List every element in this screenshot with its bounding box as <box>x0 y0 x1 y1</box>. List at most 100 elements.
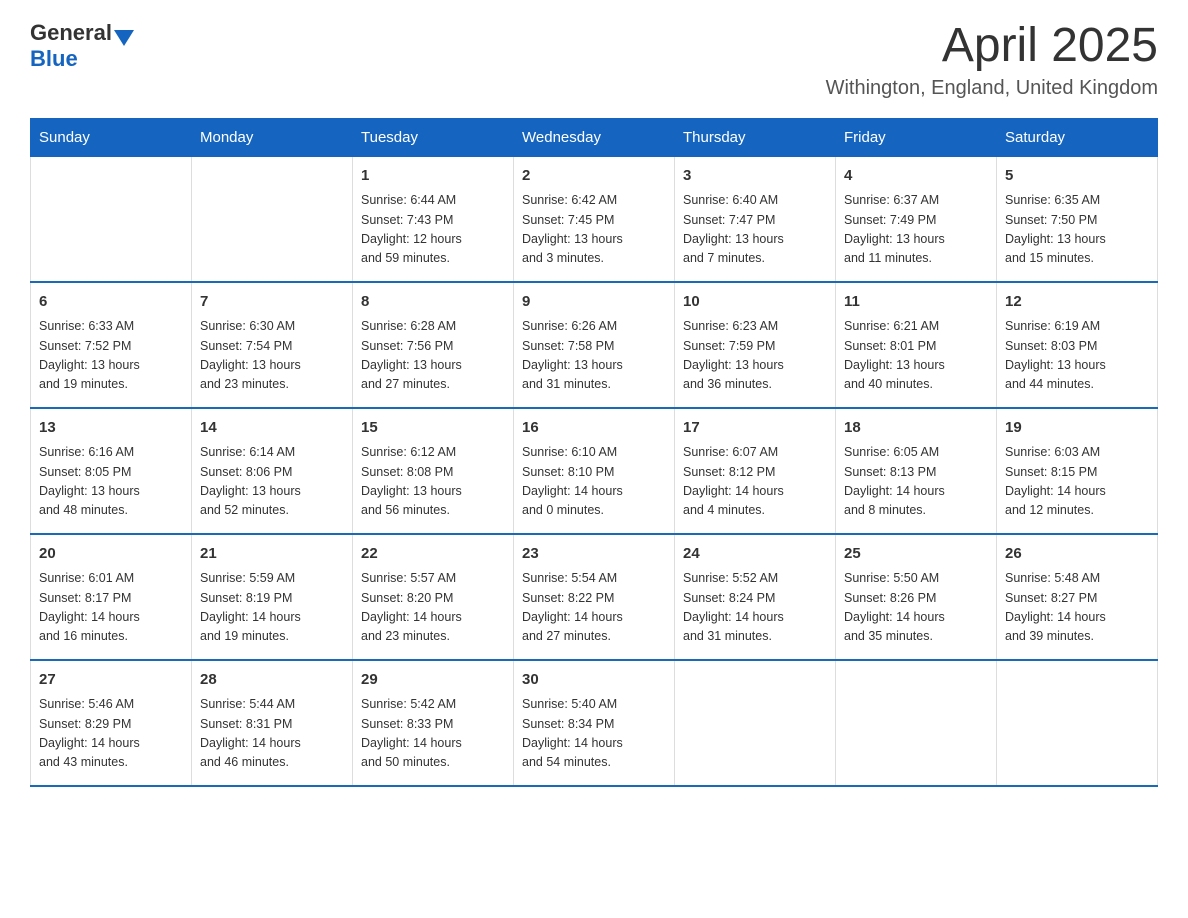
day-number: 3 <box>683 165 827 188</box>
day-cell: 10 Sunrise: 6:23 AM Sunset: 7:59 PM Dayli… <box>675 282 836 408</box>
day-number: 7 <box>200 291 344 314</box>
day-number: 29 <box>361 669 505 692</box>
location: Withington, England, United Kingdom <box>826 77 1158 100</box>
header-cell-saturday: Saturday <box>997 118 1158 156</box>
day-info: Sunrise: 6:33 AM Sunset: 7:52 PM Dayligh… <box>39 317 183 395</box>
day-info: Sunrise: 6:40 AM Sunset: 7:47 PM Dayligh… <box>683 191 827 269</box>
day-cell: 11Sunrise: 6:21 AM Sunset: 8:01 PM Dayli… <box>836 282 997 408</box>
day-info: Sunrise: 6:07 AM Sunset: 8:12 PM Dayligh… <box>683 443 827 521</box>
day-cell: 12 Sunrise: 6:19 AM Sunset: 8:03 PM Dayli… <box>997 282 1158 408</box>
day-number: 26 <box>1005 543 1149 566</box>
header-cell-wednesday: Wednesday <box>514 118 675 156</box>
day-info: Sunrise: 5:44 AM Sunset: 8:31 PM Dayligh… <box>200 695 344 773</box>
day-info: Sunrise: 6:35 AM Sunset: 7:50 PM Dayligh… <box>1005 191 1149 269</box>
calendar-header: SundayMondayTuesdayWednesdayThursdayFrid… <box>31 118 1158 156</box>
day-info: Sunrise: 6:16 AM Sunset: 8:05 PM Dayligh… <box>39 443 183 521</box>
day-cell: 17 Sunrise: 6:07 AM Sunset: 8:12 PM Dayli… <box>675 408 836 534</box>
day-number: 6 <box>39 291 183 314</box>
week-row-3: 13 Sunrise: 6:16 AM Sunset: 8:05 PM Dayli… <box>31 408 1158 534</box>
day-cell: 8Sunrise: 6:28 AM Sunset: 7:56 PM Daylig… <box>353 282 514 408</box>
day-cell: 25 Sunrise: 5:50 AM Sunset: 8:26 PM Dayli… <box>836 534 997 660</box>
day-cell: 14Sunrise: 6:14 AM Sunset: 8:06 PM Dayli… <box>192 408 353 534</box>
day-cell <box>31 156 192 282</box>
day-info: Sunrise: 6:28 AM Sunset: 7:56 PM Dayligh… <box>361 317 505 395</box>
week-row-4: 20 Sunrise: 6:01 AM Sunset: 8:17 PM Dayli… <box>31 534 1158 660</box>
day-number: 10 <box>683 291 827 314</box>
day-cell: 6 Sunrise: 6:33 AM Sunset: 7:52 PM Daylig… <box>31 282 192 408</box>
day-number: 24 <box>683 543 827 566</box>
day-number: 17 <box>683 417 827 440</box>
day-info: Sunrise: 5:40 AM Sunset: 8:34 PM Dayligh… <box>522 695 666 773</box>
day-number: 15 <box>361 417 505 440</box>
week-row-2: 6 Sunrise: 6:33 AM Sunset: 7:52 PM Daylig… <box>31 282 1158 408</box>
day-info: Sunrise: 6:01 AM Sunset: 8:17 PM Dayligh… <box>39 569 183 647</box>
day-info: Sunrise: 5:48 AM Sunset: 8:27 PM Dayligh… <box>1005 569 1149 647</box>
day-info: Sunrise: 6:19 AM Sunset: 8:03 PM Dayligh… <box>1005 317 1149 395</box>
calendar-table: SundayMondayTuesdayWednesdayThursdayFrid… <box>30 118 1158 787</box>
day-cell: 26 Sunrise: 5:48 AM Sunset: 8:27 PM Dayli… <box>997 534 1158 660</box>
day-cell: 3 Sunrise: 6:40 AM Sunset: 7:47 PM Daylig… <box>675 156 836 282</box>
calendar-body: 1 Sunrise: 6:44 AM Sunset: 7:43 PM Daylig… <box>31 156 1158 786</box>
day-number: 30 <box>522 669 666 692</box>
day-number: 28 <box>200 669 344 692</box>
day-info: Sunrise: 6:44 AM Sunset: 7:43 PM Dayligh… <box>361 191 505 269</box>
header-cell-sunday: Sunday <box>31 118 192 156</box>
day-cell: 23Sunrise: 5:54 AM Sunset: 8:22 PM Dayli… <box>514 534 675 660</box>
day-number: 25 <box>844 543 988 566</box>
day-number: 21 <box>200 543 344 566</box>
day-cell: 13 Sunrise: 6:16 AM Sunset: 8:05 PM Dayli… <box>31 408 192 534</box>
day-cell: 29 Sunrise: 5:42 AM Sunset: 8:33 PM Dayli… <box>353 660 514 786</box>
day-cell: 30 Sunrise: 5:40 AM Sunset: 8:34 PM Dayli… <box>514 660 675 786</box>
day-cell: 24 Sunrise: 5:52 AM Sunset: 8:24 PM Dayli… <box>675 534 836 660</box>
header-cell-friday: Friday <box>836 118 997 156</box>
day-cell: 18 Sunrise: 6:05 AM Sunset: 8:13 PM Dayli… <box>836 408 997 534</box>
title-block: April 2025 Withington, England, United K… <box>826 20 1158 100</box>
day-info: Sunrise: 5:50 AM Sunset: 8:26 PM Dayligh… <box>844 569 988 647</box>
day-number: 1 <box>361 165 505 188</box>
day-number: 16 <box>522 417 666 440</box>
day-cell: 7 Sunrise: 6:30 AM Sunset: 7:54 PM Daylig… <box>192 282 353 408</box>
day-number: 2 <box>522 165 666 188</box>
day-cell: 9Sunrise: 6:26 AM Sunset: 7:58 PM Daylig… <box>514 282 675 408</box>
day-cell: 22 Sunrise: 5:57 AM Sunset: 8:20 PM Dayli… <box>353 534 514 660</box>
day-cell: 1 Sunrise: 6:44 AM Sunset: 7:43 PM Daylig… <box>353 156 514 282</box>
logo-general: General <box>30 20 112 46</box>
logo-blue: Blue <box>30 46 182 72</box>
day-number: 4 <box>844 165 988 188</box>
day-cell: 15 Sunrise: 6:12 AM Sunset: 8:08 PM Dayli… <box>353 408 514 534</box>
day-number: 12 <box>1005 291 1149 314</box>
day-cell: 5Sunrise: 6:35 AM Sunset: 7:50 PM Daylig… <box>997 156 1158 282</box>
page-header: General Blue April 2025 Withington, Engl… <box>30 20 1158 100</box>
day-info: Sunrise: 5:57 AM Sunset: 8:20 PM Dayligh… <box>361 569 505 647</box>
logo-triangle-icon <box>114 30 134 46</box>
header-cell-tuesday: Tuesday <box>353 118 514 156</box>
day-info: Sunrise: 6:12 AM Sunset: 8:08 PM Dayligh… <box>361 443 505 521</box>
day-cell: 16 Sunrise: 6:10 AM Sunset: 8:10 PM Dayli… <box>514 408 675 534</box>
day-info: Sunrise: 6:26 AM Sunset: 7:58 PM Dayligh… <box>522 317 666 395</box>
day-info: Sunrise: 5:46 AM Sunset: 8:29 PM Dayligh… <box>39 695 183 773</box>
day-info: Sunrise: 6:10 AM Sunset: 8:10 PM Dayligh… <box>522 443 666 521</box>
day-cell <box>192 156 353 282</box>
day-number: 22 <box>361 543 505 566</box>
logo: General Blue <box>30 20 182 73</box>
day-info: Sunrise: 6:37 AM Sunset: 7:49 PM Dayligh… <box>844 191 988 269</box>
day-cell: 21 Sunrise: 5:59 AM Sunset: 8:19 PM Dayli… <box>192 534 353 660</box>
day-info: Sunrise: 5:59 AM Sunset: 8:19 PM Dayligh… <box>200 569 344 647</box>
day-number: 13 <box>39 417 183 440</box>
day-cell: 2 Sunrise: 6:42 AM Sunset: 7:45 PM Daylig… <box>514 156 675 282</box>
day-number: 14 <box>200 417 344 440</box>
week-row-5: 27Sunrise: 5:46 AM Sunset: 8:29 PM Dayli… <box>31 660 1158 786</box>
day-cell: 20 Sunrise: 6:01 AM Sunset: 8:17 PM Dayli… <box>31 534 192 660</box>
header-cell-thursday: Thursday <box>675 118 836 156</box>
day-info: Sunrise: 5:42 AM Sunset: 8:33 PM Dayligh… <box>361 695 505 773</box>
day-number: 20 <box>39 543 183 566</box>
day-number: 18 <box>844 417 988 440</box>
day-number: 19 <box>1005 417 1149 440</box>
day-info: Sunrise: 6:30 AM Sunset: 7:54 PM Dayligh… <box>200 317 344 395</box>
day-info: Sunrise: 6:42 AM Sunset: 7:45 PM Dayligh… <box>522 191 666 269</box>
day-info: Sunrise: 6:23 AM Sunset: 7:59 PM Dayligh… <box>683 317 827 395</box>
day-info: Sunrise: 6:05 AM Sunset: 8:13 PM Dayligh… <box>844 443 988 521</box>
day-number: 11 <box>844 291 988 314</box>
day-info: Sunrise: 5:52 AM Sunset: 8:24 PM Dayligh… <box>683 569 827 647</box>
day-number: 23 <box>522 543 666 566</box>
